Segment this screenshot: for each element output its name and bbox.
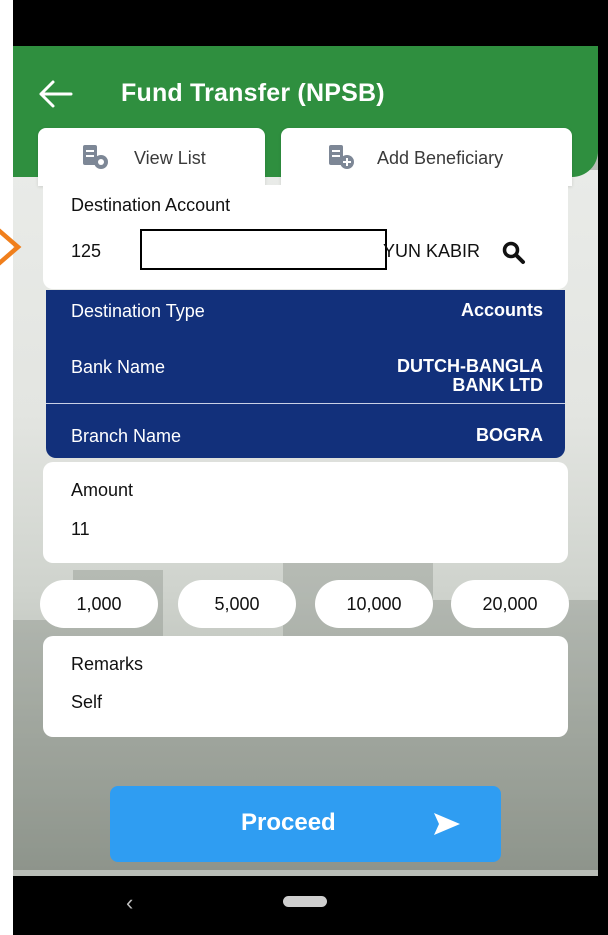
quick-amount-chip[interactable]: 20,000: [451, 580, 569, 628]
search-icon[interactable]: [501, 240, 527, 266]
quick-amount-chip[interactable]: 1,000: [40, 580, 158, 628]
destination-account-label: Destination Account: [71, 195, 231, 215]
detail-value: BOGRA: [476, 425, 543, 445]
proceed-button[interactable]: Proceed: [110, 786, 501, 862]
proceed-label: Proceed: [241, 809, 336, 836]
amount-label: Amount: [71, 480, 134, 500]
phone-screen: Fund Transfer (NPSB) View List Add Benef…: [13, 0, 598, 935]
remarks-input[interactable]: Self: [71, 692, 102, 713]
chevron-right-icon: [0, 228, 22, 266]
detail-value-line: BANK LTD: [452, 375, 543, 395]
quick-amount-chip[interactable]: 5,000: [178, 580, 296, 628]
status-bar: [13, 0, 598, 46]
detail-value: Accounts: [460, 300, 543, 320]
quick-amount-chip[interactable]: 10,000: [315, 580, 433, 628]
amount-field[interactable]: Amount 11: [43, 462, 568, 563]
remarks-field[interactable]: Remarks Self: [43, 636, 568, 737]
tab-add-beneficiary[interactable]: Add Beneficiary: [281, 128, 572, 186]
system-nav-bar: ‹: [13, 876, 598, 935]
redaction-box: [140, 229, 387, 270]
arrow-left-icon[interactable]: [37, 79, 73, 109]
amount-input[interactable]: 11: [71, 519, 90, 540]
screen-edge: [598, 0, 608, 935]
destination-account-value[interactable]: 125: [71, 241, 101, 262]
nav-back-button[interactable]: ‹: [126, 890, 133, 916]
remarks-label: Remarks: [71, 654, 144, 674]
destination-account-name: YUN KABIR: [383, 241, 481, 261]
tab-label: Add Beneficiary: [377, 148, 504, 168]
detail-key: Bank Name: [71, 357, 166, 377]
destination-account-card[interactable]: Destination Account 125 YUN KABIR: [43, 185, 568, 289]
account-details-panel: Destination Type Accounts Bank Name DUTC…: [46, 290, 565, 458]
detail-key: Destination Type: [71, 301, 205, 321]
nav-home-pill[interactable]: [283, 896, 327, 907]
send-icon: [434, 813, 460, 835]
tab-label: View List: [134, 148, 206, 168]
page-title: Fund Transfer (NPSB): [121, 79, 385, 107]
list-add-icon: [329, 145, 354, 169]
detail-key: Branch Name: [71, 426, 182, 446]
divider: [46, 403, 565, 404]
tab-view-list[interactable]: View List: [38, 128, 265, 186]
list-search-icon: [83, 145, 108, 169]
detail-value-line: DUTCH-BANGLA: [397, 356, 543, 376]
detail-value: DUTCH-BANGLA BANK LTD: [397, 357, 543, 395]
